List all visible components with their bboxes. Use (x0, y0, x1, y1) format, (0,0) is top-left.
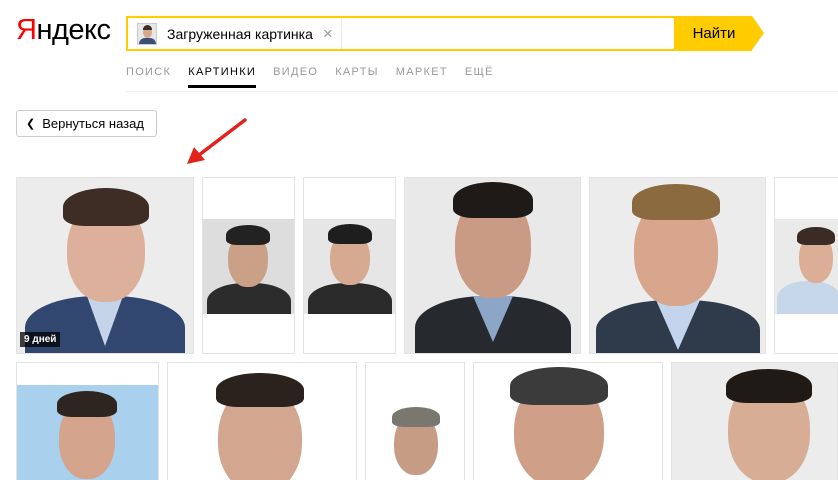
image-result[interactable] (589, 177, 766, 354)
nav-divider (126, 91, 838, 92)
image-result[interactable] (202, 177, 295, 354)
image-result[interactable] (671, 362, 838, 480)
back-button[interactable]: ❮ Вернуться назад (16, 110, 157, 137)
search-thumbnail-icon (137, 22, 157, 45)
search-bar[interactable]: Загруженная картинка × (126, 16, 676, 51)
tab-maps[interactable]: Карты (335, 66, 379, 88)
image-result[interactable] (365, 362, 465, 480)
image-result[interactable] (473, 362, 663, 480)
chevron-left-icon: ❮ (26, 118, 36, 130)
arrow-pointer-icon (187, 118, 247, 164)
image-result[interactable] (774, 177, 838, 354)
tab-market[interactable]: Маркет (396, 66, 448, 88)
image-result[interactable] (16, 362, 159, 480)
logo-first-letter: Я (16, 14, 37, 46)
age-badge: 9 дней (20, 332, 61, 347)
tab-video[interactable]: Видео (273, 66, 318, 88)
tab-images[interactable]: Картинки (188, 66, 257, 88)
tab-search[interactable]: Поиск (126, 66, 171, 88)
service-tabs: Поиск Картинки Видео Карты Маркет Ещё (126, 66, 511, 88)
yandex-logo[interactable]: Яндекс (16, 14, 111, 47)
image-result[interactable] (303, 177, 396, 354)
uploaded-image-label: Загруженная картинка (167, 25, 313, 42)
image-result[interactable] (167, 362, 357, 480)
uploaded-image-chip[interactable]: Загруженная картинка × (128, 18, 342, 49)
image-result[interactable]: 9 дней (16, 177, 194, 354)
tab-more[interactable]: Ещё (465, 66, 494, 88)
find-button[interactable]: Найти (676, 16, 764, 51)
logo-rest: ндекс (36, 14, 111, 46)
image-result[interactable] (404, 177, 581, 354)
back-button-label: Вернуться назад (42, 116, 144, 131)
clear-icon[interactable]: × (323, 25, 333, 42)
